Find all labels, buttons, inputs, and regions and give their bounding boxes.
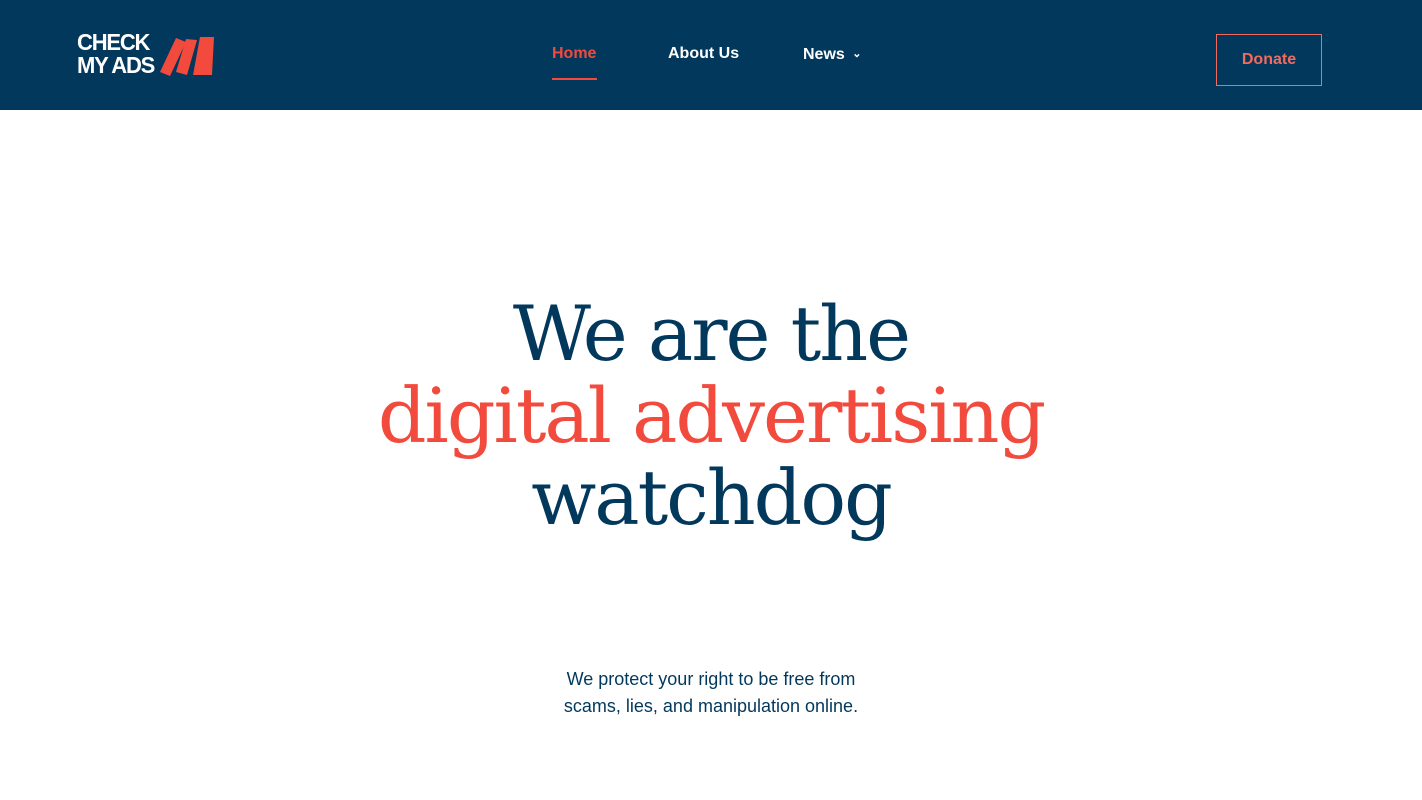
- nav-item-home[interactable]: Home: [552, 43, 596, 65]
- active-nav-underline: [552, 78, 597, 80]
- nav-item-label: Home: [552, 45, 597, 62]
- chevron-down-icon: ⌄: [852, 48, 862, 60]
- logo-wordmark: CHECK MY ADS: [77, 28, 155, 79]
- intro-paragraph: We protect your right to be free from sc…: [0, 666, 1422, 720]
- nav-item-about-us[interactable]: About Us: [668, 43, 739, 65]
- hero-line-3: watchdog: [531, 453, 892, 543]
- nav-item-news[interactable]: News ⌄: [803, 43, 861, 66]
- donate-button[interactable]: Donate: [1216, 34, 1322, 86]
- intro-line-2: scams, lies, and manipulation online.: [563, 696, 859, 716]
- intro-line-1: We protect your right to be free from: [566, 669, 856, 689]
- check-my-ads-logo[interactable]: CHECK MY ADS: [77, 28, 227, 79]
- hero-line-1: We are the: [512, 289, 911, 379]
- hero-heading: We are the digital advertising watchdog: [0, 293, 1422, 539]
- nav-item-label: News: [803, 46, 845, 63]
- logo-line-2: MY ADS: [77, 52, 155, 79]
- logo-line-1: CHECK: [77, 28, 150, 56]
- hero-line-2-accent: digital advertising: [377, 371, 1046, 461]
- domino-bars-icon: [160, 37, 214, 76]
- nav-item-label: About Us: [668, 45, 740, 62]
- site-header: CHECK MY ADS Home About Us News ⌄ Donate: [0, 0, 1422, 110]
